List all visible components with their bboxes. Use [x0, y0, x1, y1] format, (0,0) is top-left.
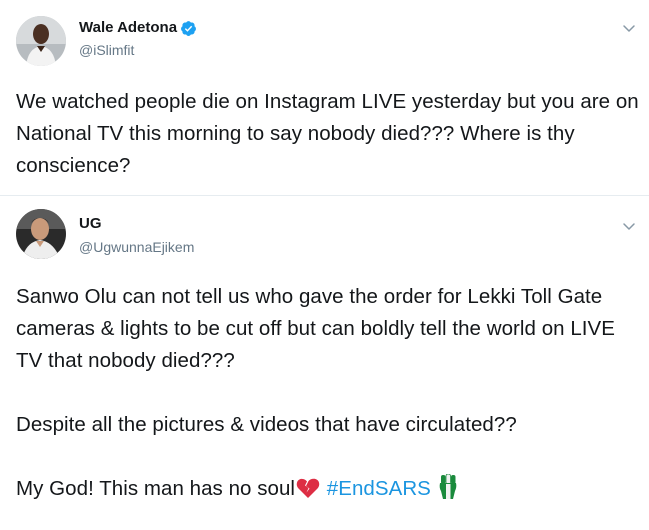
tweet-text: We watched people die on Instagram LIVE …	[16, 90, 639, 177]
tweet-card[interactable]: UG @UgwunnaEjikem Sanwo Olu can not tell…	[0, 196, 649, 530]
avatar[interactable]	[16, 209, 66, 259]
broken-heart-emoji	[295, 476, 321, 510]
chevron-down-icon[interactable]	[621, 218, 637, 234]
verified-badge-icon	[180, 20, 197, 37]
handle[interactable]: @iSlimfit	[79, 41, 134, 59]
display-name[interactable]: UG	[79, 214, 102, 234]
author-name-row[interactable]: Wale Adetona	[79, 18, 197, 38]
tweet-text: Sanwo Olu can not tell us who gave the o…	[16, 281, 641, 510]
green-white-raised-fist-emoji	[437, 473, 459, 510]
tweet-paragraph: Sanwo Olu can not tell us who gave the o…	[16, 285, 615, 372]
tweet-paragraph-text: My God! This man has no soul	[16, 477, 296, 500]
display-name[interactable]: Wale Adetona	[79, 18, 177, 38]
avatar[interactable]	[16, 16, 66, 66]
tweet-paragraph: Despite all the pictures & videos that h…	[16, 413, 517, 436]
handle[interactable]: @UgwunnaEjikem	[79, 238, 194, 256]
chevron-down-icon[interactable]	[621, 20, 637, 36]
tweet-card[interactable]: Wale Adetona @iSlimfit We watched people…	[0, 0, 649, 196]
author-name-row[interactable]: UG	[79, 214, 102, 234]
tweet-paragraph-last: My God! This man has no soul #EndSARS	[16, 473, 641, 510]
hashtag-link[interactable]: #EndSARS	[327, 477, 431, 500]
